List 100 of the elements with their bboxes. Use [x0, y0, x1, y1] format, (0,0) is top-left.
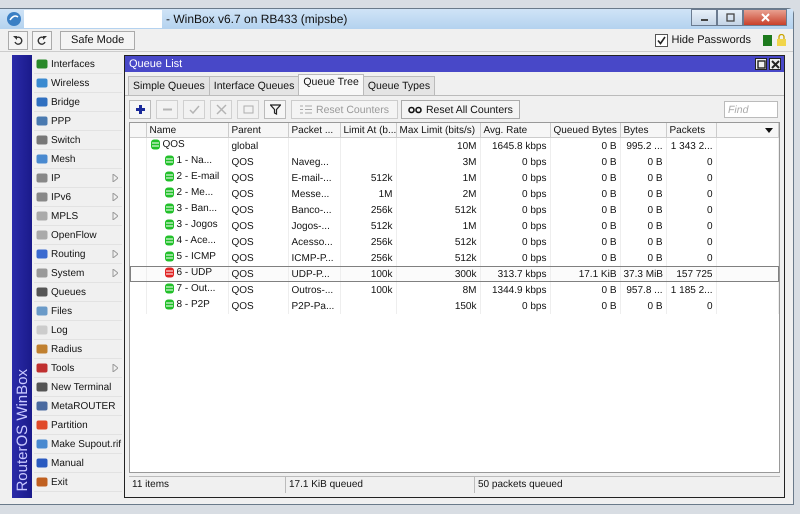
sidebar-item[interactable]: MetaROUTER	[34, 397, 122, 416]
square-icon	[36, 419, 48, 431]
square-icon	[36, 77, 48, 89]
redo-button[interactable]	[32, 30, 52, 50]
table-cell: 0 B	[601, 188, 616, 200]
column-header[interactable]: Name	[146, 123, 228, 138]
search-field[interactable]: Find	[724, 101, 778, 118]
sidebar-item[interactable]: Switch	[34, 131, 122, 150]
sidebar-item[interactable]: Queues	[34, 283, 122, 302]
maximize-button[interactable]	[755, 58, 767, 70]
table-row[interactable]: 8 - P2P QOS P2P-Pa... 150k 0 bps 0 B 0 B 0	[130, 298, 778, 314]
add-button[interactable]	[129, 100, 151, 119]
filter-button[interactable]	[264, 100, 286, 119]
table-cell: 2 - Me...	[176, 186, 214, 199]
table-cell: 0 B	[601, 156, 616, 168]
sidebar-item[interactable]: MPLS	[34, 207, 122, 226]
hide-passwords-checkbox[interactable]	[654, 34, 668, 46]
square-icon	[36, 438, 48, 450]
column-header[interactable]: Packet ...	[288, 123, 340, 138]
table-cell: 17.1 KiB	[578, 268, 616, 280]
column-header[interactable]: Parent	[228, 123, 288, 138]
table-row[interactable]: 2 - E-mail QOS E-mail-... 512k 1M 0 bps 0 B 0 B 0	[130, 170, 778, 186]
column-header[interactable]: Limit At (b...	[340, 123, 396, 138]
table-cell: 995.2 ...	[626, 140, 662, 152]
table-row[interactable]: QOS global 10M 1645.8 kbps 0 B 995.2 ... 1 343 2...	[130, 138, 778, 154]
table-row[interactable]: 7 - Out... QOS Outros-... 100k 8M 1344.9 kbps 0 B 957.8 ... 1 185 2...	[130, 282, 778, 298]
table-row[interactable]: 2 - Me... QOS Messe... 1M 2M 0 bps 0 B 0 B 0	[130, 186, 778, 202]
square-icon	[36, 457, 48, 469]
table-cell: 8 - P2P	[176, 298, 210, 311]
sidebar-item[interactable]: Tools	[34, 359, 122, 378]
sidebar-item[interactable]: Exit	[34, 473, 122, 492]
sidebar-item[interactable]: Interfaces	[34, 55, 122, 74]
tab[interactable]: Queue Tree	[298, 74, 364, 95]
table-cell: 6 - UDP	[176, 266, 212, 279]
table-row[interactable]: 4 - Ace... QOS Acesso... 256k 512k 0 bps 0 B 0 B 0	[130, 234, 778, 250]
sidebar-item[interactable]: IP	[34, 169, 122, 188]
table-cell: 0 bps	[522, 204, 546, 216]
sidebar-item[interactable]: Manual	[34, 454, 122, 473]
sidebar-item[interactable]: Bridge	[34, 93, 122, 112]
column-header[interactable]: Bytes	[620, 123, 666, 138]
sidebar-item[interactable]: OpenFlow	[34, 226, 122, 245]
table-row[interactable]: 1 - Na... QOS Naveg... 3M 0 bps 0 B 0 B 0	[130, 154, 778, 170]
sidebar-item[interactable]: System	[34, 264, 122, 283]
undo-button[interactable]	[8, 30, 28, 50]
table-cell: 0 bps	[522, 188, 546, 200]
square-icon	[36, 172, 48, 184]
table-cell: 10M	[457, 140, 476, 152]
sidebar-item[interactable]: Make Supout.rif	[34, 435, 122, 454]
sidebar-item[interactable]: Routing	[34, 245, 122, 264]
table-cell: 0 B	[647, 236, 662, 248]
column-menu-button[interactable]	[763, 128, 775, 132]
table-cell: QOS	[232, 300, 254, 312]
table-row[interactable]: 3 - Jogos QOS Jogos-... 512k 1M 0 bps 0 B 0 B 0	[130, 218, 778, 234]
column-header[interactable]: Queued Bytes	[550, 123, 620, 138]
table-cell: 0	[706, 204, 712, 216]
sidebar-item[interactable]: IPv6	[34, 188, 122, 207]
window-title: - WinBox v6.7 on RB433 (mipsbe)	[166, 12, 348, 26]
sidebar-item[interactable]: PPP	[34, 112, 122, 131]
table-cell: P2P-Pa...	[292, 300, 334, 312]
table-cell: 2M	[462, 188, 476, 200]
reset-all-counters-button[interactable]: Reset All Counters	[400, 100, 520, 119]
table-cell: 256k	[370, 204, 392, 216]
table-cell: 0 bps	[522, 252, 546, 264]
sidebar-item[interactable]: Files	[34, 302, 122, 321]
minimize-button[interactable]	[691, 9, 717, 26]
square-icon	[36, 153, 48, 165]
sidebar-item[interactable]: New Terminal	[34, 378, 122, 397]
tab[interactable]: Queue Types	[362, 76, 436, 95]
table-cell: 0 B	[601, 172, 616, 184]
table-cell: 0 B	[647, 252, 662, 264]
maximize-button[interactable]	[717, 9, 743, 26]
table-cell: 0 B	[601, 300, 616, 312]
column-header[interactable]: Packets	[666, 123, 716, 138]
table-cell: 1 - Na...	[176, 154, 212, 167]
table-row[interactable]: 6 - UDP QOS UDP-P... 100k 300k 313.7 kbps 17.1 KiB 37.3 MiB 157 725	[130, 266, 778, 282]
close-button[interactable]	[769, 58, 781, 70]
square-icon	[36, 400, 48, 412]
sidebar-item[interactable]: Mesh	[34, 150, 122, 169]
table-cell: 7 - Out...	[176, 282, 216, 295]
sidebar-item[interactable]: Radius	[34, 340, 122, 359]
table-cell: 1645.8 kbps	[492, 140, 546, 152]
table-cell: 512k	[454, 252, 476, 264]
safe-mode-button[interactable]: Safe Mode	[60, 30, 136, 50]
column-header[interactable]: Max Limit (bits/s)	[396, 123, 480, 138]
sidebar-item[interactable]: Log	[34, 321, 122, 340]
check-icon	[188, 104, 200, 115]
table-cell: 300k	[454, 268, 476, 280]
table-row[interactable]: 3 - Ban... QOS Banco-... 256k 512k 0 bps 0 B 0 B 0	[130, 202, 778, 218]
table-cell: 8M	[462, 284, 476, 296]
table-cell: 1M	[462, 220, 476, 232]
square-icon	[36, 362, 48, 374]
sidebar-item[interactable]: Partition	[34, 416, 122, 435]
table-cell: QOS	[162, 138, 185, 151]
table-cell: 0 B	[601, 220, 616, 232]
tab[interactable]: Simple Queues	[128, 76, 210, 95]
square-icon	[36, 248, 48, 260]
column-header[interactable]: Avg. Rate	[480, 123, 550, 138]
square-icon	[36, 267, 48, 279]
sidebar-item[interactable]: Wireless	[34, 74, 122, 93]
tab[interactable]: Interface Queues	[208, 76, 300, 95]
